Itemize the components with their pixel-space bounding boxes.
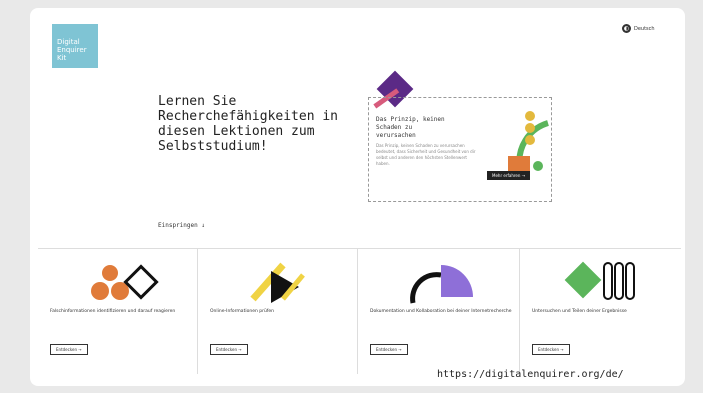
discover-button[interactable]: Entdecken → xyxy=(50,344,88,355)
lesson-card[interactable]: Untersuchen und Teilen deiner Ergebnisse… xyxy=(520,249,681,374)
url-caption: https://digitalenquirer.org/de/ xyxy=(437,369,624,380)
discover-button[interactable]: Entdecken → xyxy=(532,344,570,355)
site-logo[interactable]: Digital Enquirer Kit xyxy=(52,24,98,68)
hero-title: Lernen Sie Recherchefähigkeiten in diese… xyxy=(158,94,339,154)
lesson-2-icon xyxy=(250,262,305,303)
lesson-label: Dokumentation und Kollaboration bei dein… xyxy=(370,309,512,314)
language-icon: ◐ xyxy=(622,24,631,33)
lesson-card[interactable]: Dokumentation und Kollaboration bei dein… xyxy=(358,249,520,374)
language-switcher[interactable]: ◐ Deutsch xyxy=(622,24,655,33)
lesson-card[interactable]: Falschinformationen identifizieren und d… xyxy=(38,249,198,374)
discover-button[interactable]: Entdecken → xyxy=(210,344,248,355)
feature-text: Das Prinzip, keinen Schaden zu verursach… xyxy=(376,143,476,166)
logo-text: Digital Enquirer Kit xyxy=(57,38,87,62)
language-label: Deutsch xyxy=(634,25,655,32)
lesson-4-icon xyxy=(564,261,635,300)
lesson-3-icon xyxy=(410,265,473,304)
lesson-label: Online-Informationen prüfen xyxy=(210,309,275,314)
feature-title: Das Prinzip, keinen Schaden zu verursach… xyxy=(376,116,445,139)
lesson-card[interactable]: Online-Informationen prüfen Entdecken → xyxy=(198,249,358,374)
lesson-1-icon xyxy=(91,264,159,300)
jump-link[interactable]: Einspringen ↓ xyxy=(158,222,205,229)
lesson-grid: Falschinformationen identifizieren und d… xyxy=(38,248,681,374)
lesson-label: Falschinformationen identifizieren und d… xyxy=(50,309,176,314)
lesson-label: Untersuchen und Teilen deiner Ergebnisse xyxy=(532,309,627,314)
feature-more-button[interactable]: Mehr erfahren → xyxy=(487,171,531,180)
discover-button[interactable]: Entdecken → xyxy=(370,344,408,355)
